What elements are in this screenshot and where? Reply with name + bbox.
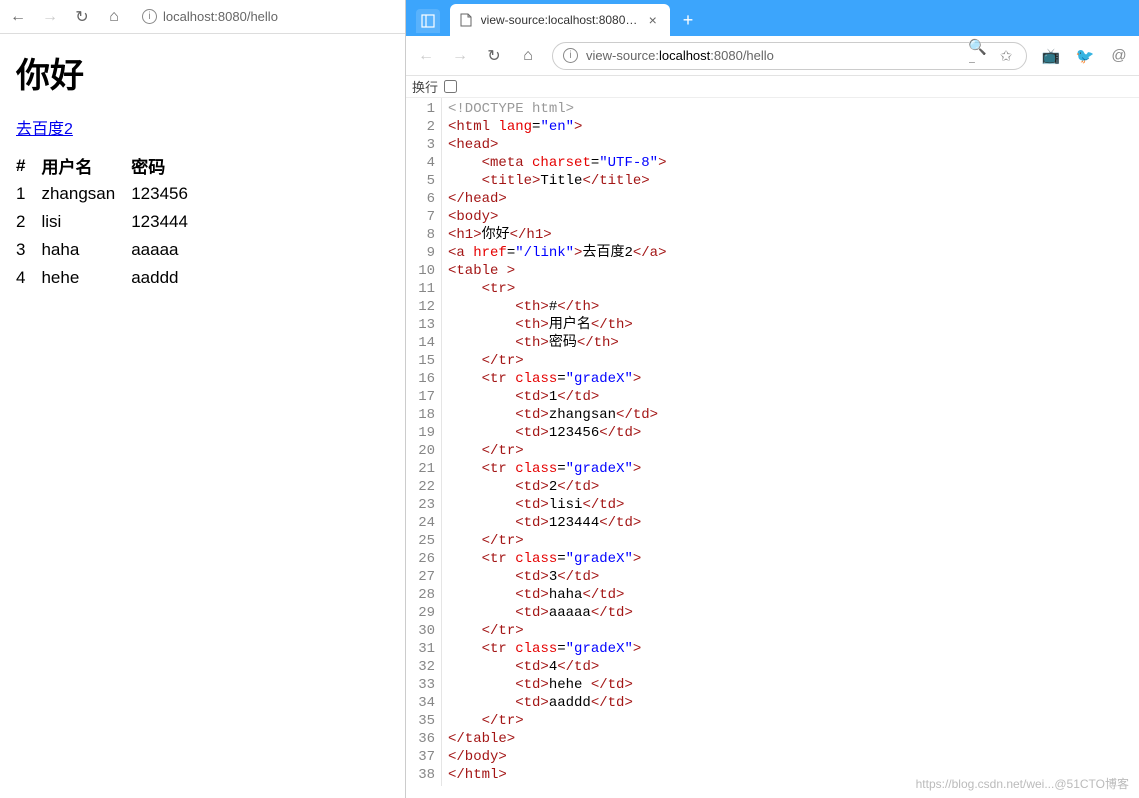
tab-title: view-source:localhost:8080/hello [481,13,638,27]
col-username: 用户名 [41,151,131,180]
baidu-link[interactable]: 去百度2 [16,115,73,139]
forward-button[interactable]: → [40,7,60,27]
watermark: https://blog.csdn.net/wei...@51CTO博客 [916,775,1129,792]
source-area: 1234567891011121314151617181920212223242… [406,98,1139,786]
line-gutter: 1234567891011121314151617181920212223242… [406,98,442,786]
home-button[interactable]: ⌂ [518,46,538,66]
favorite-icon[interactable]: ✩ [996,46,1016,66]
page-content: 你好 去百度2 # 用户名 密码 1zhangsan123456 2lisi12… [0,34,405,306]
left-browser-window: ← → ↻ ⌂ i localhost:8080/hello 你好 去百度2 #… [0,0,405,798]
table-row: 1zhangsan123456 [16,180,204,208]
browser-tab[interactable]: view-source:localhost:8080/hello × [450,4,670,36]
info-icon: i [563,48,578,63]
right-titlebar: view-source:localhost:8080/hello × + [406,0,1139,36]
wrap-toggle-row: 换行 [406,76,1139,98]
close-tab-icon[interactable]: × [646,12,660,28]
refresh-button[interactable]: ↻ [484,46,504,66]
info-icon: i [142,9,157,24]
url-bar[interactable]: i view-source:localhost:8080/hello 🔍⁻ ✩ [552,42,1027,70]
table-row: 2lisi123444 [16,208,204,236]
zoom-icon[interactable]: 🔍⁻ [968,46,988,66]
back-button[interactable]: ← [8,7,28,27]
col-index: # [16,151,41,180]
back-button[interactable]: ← [416,46,436,66]
ext-mail-icon[interactable]: @ [1109,46,1129,66]
file-icon [460,13,473,27]
table-row: 3hahaaaaaa [16,236,204,264]
col-password: 密码 [131,151,204,180]
right-toolbar: ← → ↻ ⌂ i view-source:localhost:8080/hel… [406,36,1139,76]
ext-bilibili-icon[interactable]: 📺 [1041,46,1061,66]
table-header-row: # 用户名 密码 [16,151,204,180]
wrap-label: 换行 [412,77,438,96]
refresh-button[interactable]: ↻ [72,7,92,27]
table-row: 4heheaaddd [16,264,204,292]
tab-panel-icon[interactable] [416,9,440,33]
home-button[interactable]: ⌂ [104,7,124,27]
wrap-checkbox[interactable] [444,80,457,93]
new-tab-button[interactable]: + [674,6,702,34]
left-url-bar[interactable]: i localhost:8080/hello [142,9,278,24]
data-table: # 用户名 密码 1zhangsan123456 2lisi123444 3ha… [16,151,204,292]
url-text: view-source:localhost:8080/hello [586,48,960,63]
page-heading: 你好 [16,48,389,97]
right-browser-window: view-source:localhost:8080/hello × + ← →… [405,0,1139,798]
url-text: localhost:8080/hello [163,9,278,24]
left-toolbar: ← → ↻ ⌂ i localhost:8080/hello [0,0,405,34]
source-code: <!DOCTYPE html> <html lang="en"> <head> … [442,98,672,786]
forward-button[interactable]: → [450,46,470,66]
ext-bird-icon[interactable]: 🐦 [1075,46,1095,66]
